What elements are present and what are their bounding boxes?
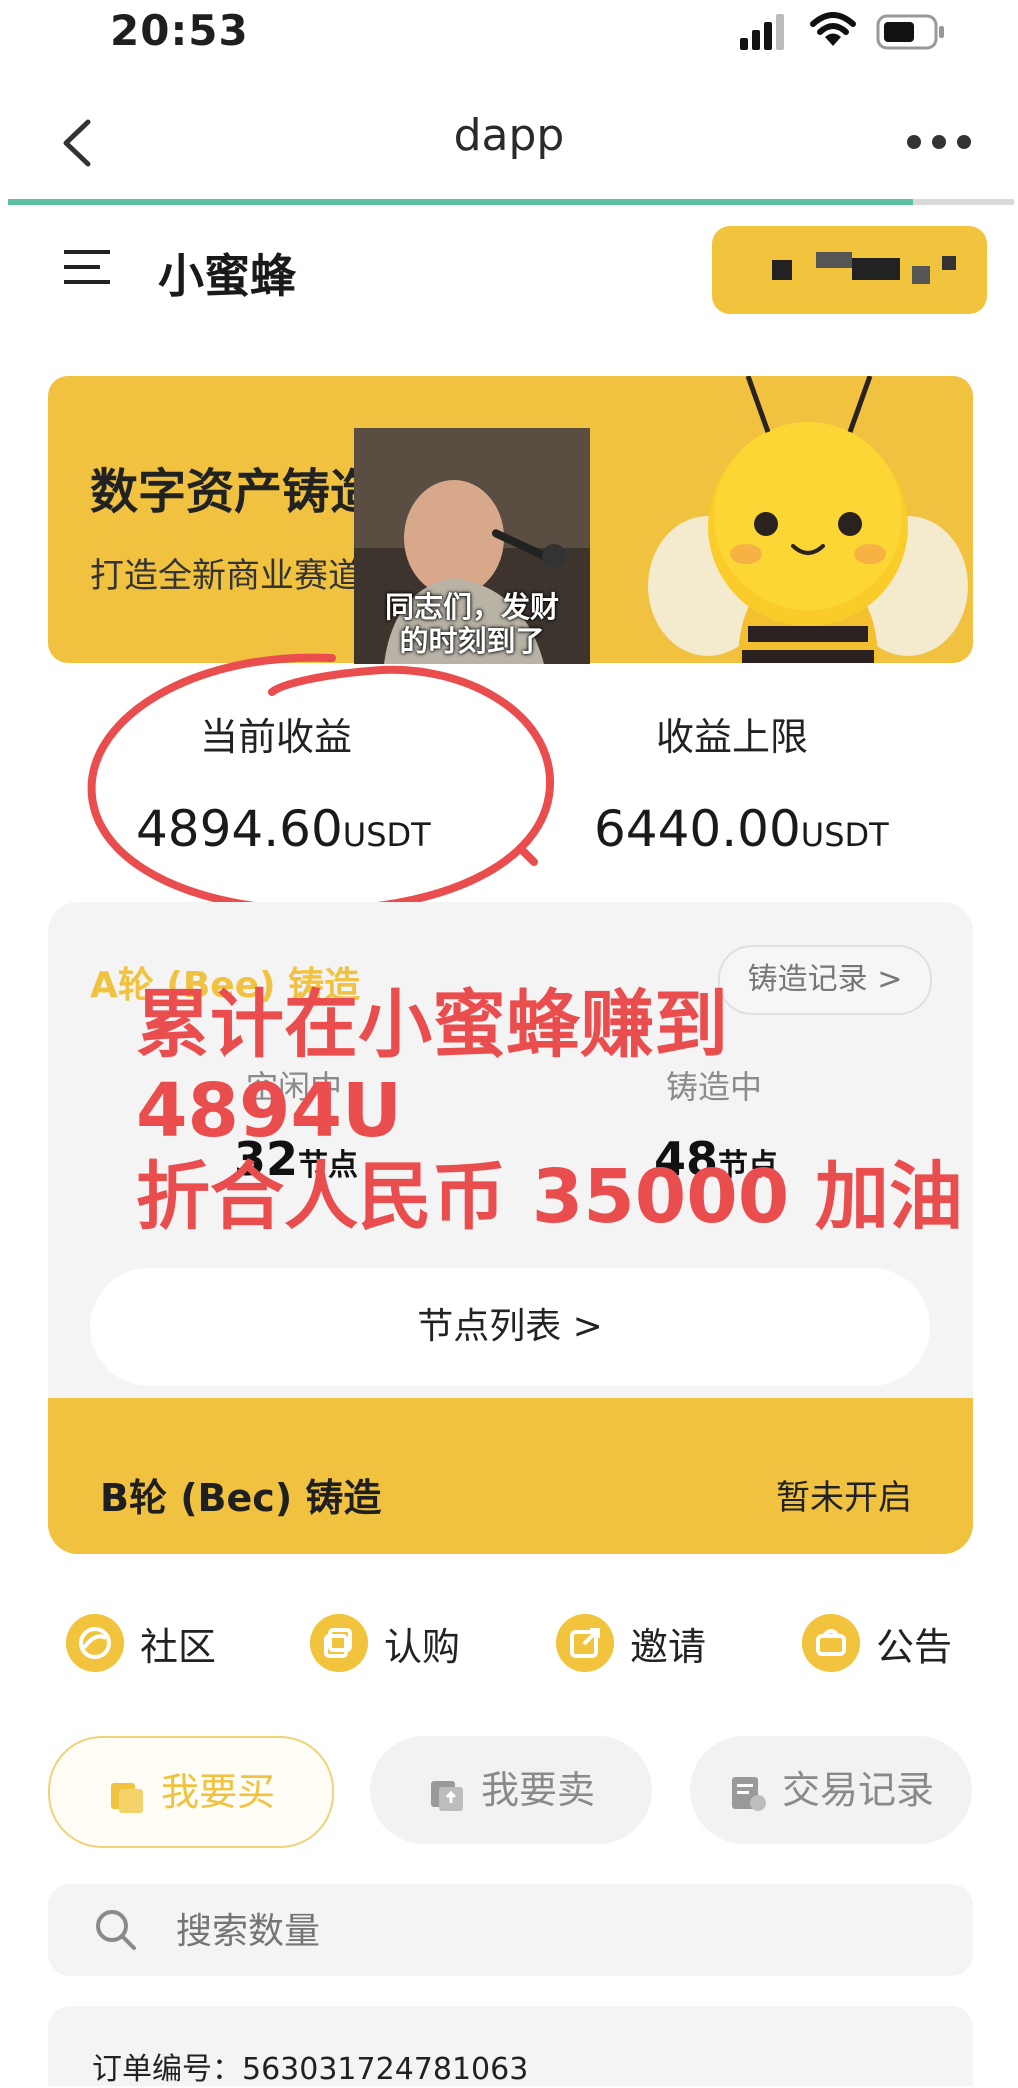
red-circle-annotation (87, 653, 555, 915)
order-item[interactable]: 订单编号：563031724781063 (48, 2006, 973, 2087)
subscribe-icon (310, 1614, 368, 1672)
bee-mascot-icon (648, 376, 968, 663)
mint-round-b-title: B轮 (Bec) 铸造 (100, 1476, 382, 1520)
quick-action-label: 邀请 (630, 1624, 707, 1669)
signal-icon (740, 14, 784, 50)
invite-icon (556, 1614, 614, 1672)
more-icon[interactable] (904, 130, 974, 154)
tab-sell[interactable]: 我要卖 (370, 1736, 652, 1844)
status-time: 20:53 (110, 6, 249, 55)
nav-title: dapp (453, 110, 565, 161)
buy-icon (110, 1782, 143, 1813)
quick-action-label: 社区 (140, 1624, 217, 1669)
announcement-icon (802, 1614, 860, 1672)
sell-icon (430, 1780, 463, 1811)
battery-icon (876, 14, 944, 50)
quick-action-subscribe[interactable]: 认购 (310, 1614, 460, 1672)
community-icon (66, 1614, 124, 1672)
tab-sell-label: 我要卖 (480, 1768, 595, 1812)
banner-subtitle: 打造全新商业赛道 (90, 556, 362, 596)
tab-trade-records-label: 交易记录 (781, 1768, 934, 1812)
tab-buy[interactable]: 我要买 (48, 1736, 334, 1848)
wifi-icon (810, 12, 856, 46)
menu-icon[interactable] (64, 248, 114, 286)
search-input[interactable] (174, 1898, 938, 1964)
page-load-progress (8, 199, 914, 205)
quick-action-label: 认购 (384, 1624, 461, 1669)
quick-action-label: 公告 (876, 1624, 953, 1669)
censored-wallet-badge[interactable] (712, 226, 987, 314)
search-box[interactable] (48, 1884, 973, 1976)
earnings-limit-label: 收益上限 (656, 715, 809, 759)
quick-action-announcement[interactable]: 公告 (802, 1614, 952, 1672)
quick-action-community[interactable]: 社区 (66, 1614, 216, 1672)
banner-title: 数字资产铸造 (90, 464, 379, 520)
tab-buy-label: 我要买 (160, 1770, 275, 1814)
records-icon (731, 1776, 766, 1811)
quick-action-invite[interactable]: 邀请 (556, 1614, 706, 1672)
overlay-annotation-text: 累计在小蜜蜂赚到 4894U 折合人民币 35000 加油 (136, 982, 963, 1240)
mint-round-b-status: 暂未开启 (776, 1478, 912, 1518)
app-title: 小蜜蜂 (158, 249, 296, 303)
order-number: 订单编号：563031724781063 (92, 2052, 529, 2087)
node-list-button[interactable]: 节点列表 > (90, 1268, 930, 1386)
search-icon (96, 1910, 136, 1950)
tab-trade-records[interactable]: 交易记录 (690, 1736, 972, 1844)
earnings-limit-value: 6440.00USDT (594, 800, 889, 858)
